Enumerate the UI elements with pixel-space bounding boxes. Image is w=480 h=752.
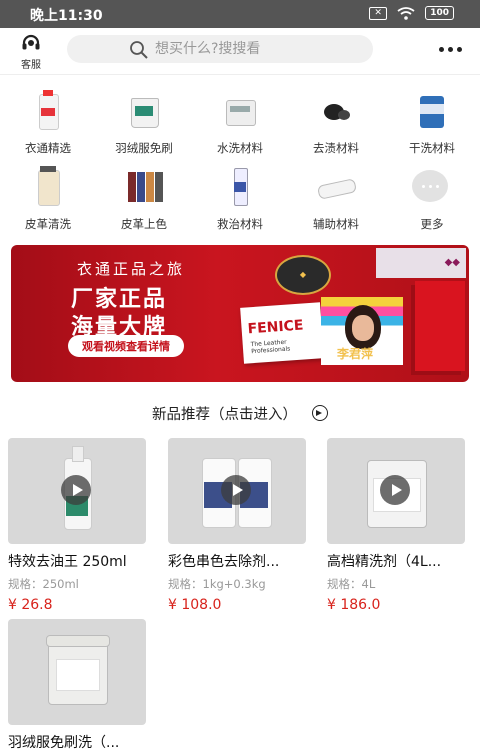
promo-banner[interactable]: 衣通正品之旅 厂家正品 海量大牌 观看视频查看详情 ◆ ◆◆ FENICE Th…	[11, 245, 469, 382]
play-video-icon[interactable]	[380, 475, 410, 505]
status-icons: ✕ 100	[369, 6, 454, 20]
category-item-more[interactable]: 更多	[392, 166, 472, 232]
category-item[interactable]: 皮革清洗	[8, 166, 88, 232]
person-name: 李君萍	[337, 347, 374, 361]
battery-icon: 100	[425, 6, 454, 20]
status-time: 晚上11:30	[30, 8, 103, 24]
category-item[interactable]: 皮革上色	[104, 166, 184, 232]
wifi-icon	[397, 6, 415, 20]
category-item[interactable]: 水洗材料	[200, 90, 280, 156]
customer-service-label: 客服	[21, 60, 41, 71]
drum-icon	[412, 90, 452, 130]
banner-boxes-decoration	[415, 281, 465, 371]
powder-icon	[316, 90, 356, 130]
section-title: 新品推荐（点击进入）	[151, 407, 297, 423]
search-bar[interactable]	[67, 35, 373, 63]
bucket-icon	[124, 90, 164, 130]
product-image	[168, 438, 306, 544]
brand-logo-corner: ◆◆	[376, 248, 466, 278]
product-name: 羽绒服免刷洗（...	[8, 735, 120, 751]
product-card[interactable]: 高档精洗剂（4L... 规格：4L ¥ 186.0	[327, 438, 465, 613]
product-spec: 规格：250ml	[8, 577, 79, 591]
product-name: 高档精洗剂（4L...	[327, 554, 442, 570]
product-image	[8, 619, 146, 725]
banner-subtitle: 衣通正品之旅	[77, 260, 186, 278]
status-bar: 晚上11:30 ✕ 100	[0, 0, 480, 28]
banner-cta-button[interactable]: 观看视频查看详情	[68, 335, 184, 357]
spray-bottle-icon	[220, 166, 260, 206]
top-header: 客服	[0, 28, 480, 75]
headset-icon	[22, 34, 40, 50]
product-card[interactable]: 特效去油王 250ml 规格：250ml ¥ 26.8	[8, 438, 146, 613]
more-menu-icon[interactable]	[439, 47, 462, 52]
product-card[interactable]: 羽绒服免刷洗（...	[8, 619, 146, 752]
play-video-icon[interactable]	[221, 475, 251, 505]
search-input[interactable]	[155, 38, 355, 60]
category-item[interactable]: 干洗材料	[392, 90, 472, 156]
product-card[interactable]: 彩色串色去除剂... 规格：1kg+0.3kg ¥ 108.0	[168, 438, 306, 613]
product-spec: 规格：1kg+0.3kg	[168, 577, 266, 591]
category-item[interactable]: 羽绒服免刷	[104, 90, 184, 156]
bottles-icon	[124, 166, 164, 206]
category-item[interactable]: 去渍材料	[296, 90, 376, 156]
jar-icon	[28, 166, 68, 206]
search-icon	[130, 41, 148, 59]
product-price: ¥ 186.0	[327, 597, 381, 613]
product-name: 特效去油王 250ml	[8, 554, 127, 570]
tub-icon	[220, 90, 260, 130]
product-image	[327, 438, 465, 544]
bottle-icon	[28, 90, 68, 130]
category-item[interactable]: 衣通精选	[8, 90, 88, 156]
fenice-logo: FENICE The Leather Professionals	[240, 302, 324, 364]
round-brand-logo: ◆	[275, 255, 331, 295]
product-price: ¥ 108.0	[168, 597, 222, 613]
arrow-right-circle-icon	[312, 405, 329, 421]
new-products-section-title[interactable]: 新品推荐（点击进入）	[0, 403, 480, 424]
more-dots-icon	[412, 166, 452, 206]
notification-icon: ✕	[369, 6, 388, 20]
category-item[interactable]: 辅助材料	[296, 166, 376, 232]
customer-service-button[interactable]: 客服	[14, 34, 48, 71]
product-name: 彩色串色去除剂...	[168, 554, 280, 570]
product-spec: 规格：4L	[327, 577, 376, 591]
product-image	[8, 438, 146, 544]
product-price: ¥ 26.8	[8, 597, 53, 613]
roll-icon	[316, 166, 358, 206]
play-video-icon[interactable]	[61, 475, 91, 505]
category-item[interactable]: 救治材料	[200, 166, 280, 232]
